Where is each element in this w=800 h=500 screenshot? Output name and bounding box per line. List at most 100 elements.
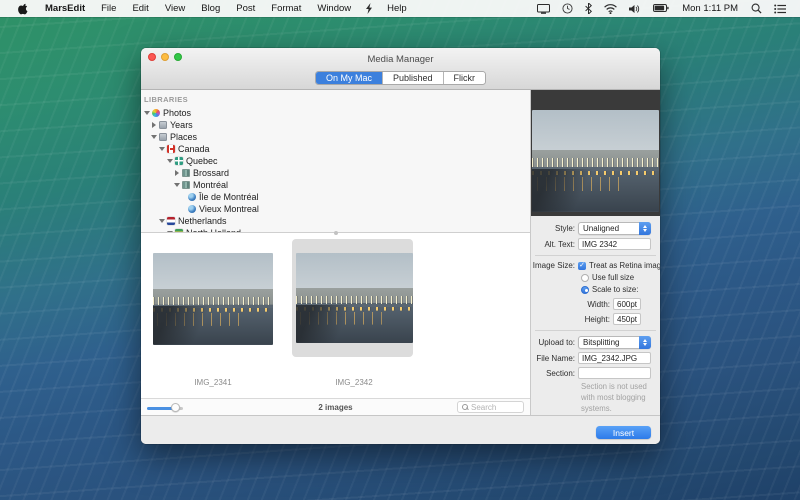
volume-icon[interactable] <box>623 0 647 17</box>
disclosure-triangle-icon[interactable] <box>158 145 166 153</box>
menu-item-marsedit[interactable]: MarsEdit <box>37 0 93 17</box>
notification-center-icon[interactable] <box>768 0 792 17</box>
menu-item-window[interactable]: Window <box>309 0 359 17</box>
scale-to-size-radio[interactable]: Scale to size: <box>581 285 638 294</box>
sidebar-item-label: Montréal <box>193 180 229 190</box>
library-pane: LIBRARIES Photos Years Places Canada Que… <box>141 90 530 415</box>
apple-menu-icon[interactable] <box>10 0 37 17</box>
menu-item-blog[interactable]: Blog <box>193 0 228 17</box>
sidebar-item-montreal[interactable]: Montréal <box>141 179 530 191</box>
upload-to-popup[interactable]: Bitsplitting <box>578 336 651 350</box>
thumbnail-img-2342[interactable] <box>296 253 413 343</box>
album-icon <box>159 133 167 141</box>
sidebar-item-years[interactable]: Years <box>141 119 530 131</box>
disclosure-triangle-icon[interactable] <box>143 109 151 117</box>
checkbox-checked-icon[interactable]: ✓ <box>578 261 586 270</box>
style-value: Unaligned <box>583 224 620 234</box>
menu-bar: MarsEdit File Edit View Blog Post Format… <box>0 0 800 17</box>
quebec-flag-icon <box>175 157 183 165</box>
disclosure-triangle-icon[interactable] <box>166 157 174 165</box>
full-size-radio[interactable]: Use full size <box>581 273 634 282</box>
thumbnail-filename: IMG_2341 <box>194 378 232 387</box>
insert-button[interactable]: Insert <box>596 426 651 439</box>
inspector-pane: Style: Unaligned Alt. Text: Image Size: … <box>531 90 660 415</box>
clock-icon[interactable] <box>556 0 579 17</box>
inspector-form: Style: Unaligned Alt. Text: Image Size: … <box>531 216 660 415</box>
preview-image <box>532 110 659 212</box>
divider <box>535 255 656 257</box>
sidebar-item-canada[interactable]: Canada <box>141 143 530 155</box>
tab-published[interactable]: Published <box>382 72 444 84</box>
sidebar-item-ile-de-montreal[interactable]: Île de Montréal <box>141 191 530 203</box>
spotlight-search-icon[interactable] <box>745 0 768 17</box>
media-manager-window: Media Manager On My Mac Published Flickr… <box>141 48 660 444</box>
sidebar-item-label: Places <box>170 132 198 142</box>
window-footer: Insert <box>141 415 660 444</box>
globe-icon <box>188 193 196 201</box>
sidebar-item-places[interactable]: Places <box>141 131 530 143</box>
source-segmented-control: On My Mac Published Flickr <box>314 71 487 85</box>
disclosure-triangle-icon[interactable] <box>150 133 158 141</box>
canada-flag-icon <box>167 145 175 153</box>
sidebar-item-quebec[interactable]: Quebec <box>141 155 530 167</box>
thumbnail-img-2341[interactable] <box>153 253 273 345</box>
sidebar-item-vieux-montreal[interactable]: Vieux Montreal <box>141 203 530 215</box>
section-note: Section is not used with most blogging s… <box>581 382 647 414</box>
title-bar[interactable]: Media Manager <box>141 48 660 66</box>
file-name-label: File Name: <box>536 353 575 363</box>
popup-chevrons-icon <box>638 222 651 236</box>
close-button[interactable] <box>148 53 156 61</box>
width-input[interactable] <box>613 298 641 311</box>
full-size-label: Use full size <box>592 273 635 283</box>
disclosure-triangle-icon[interactable] <box>150 121 158 129</box>
splitter-handle[interactable] <box>333 231 338 235</box>
battery-icon[interactable] <box>647 0 675 17</box>
image-size-label: Image Size: <box>532 261 575 271</box>
sidebar-item-netherlands[interactable]: Netherlands <box>141 215 530 227</box>
radio-on-icon[interactable] <box>581 285 589 294</box>
window-chrome[interactable]: Media Manager On My Mac Published Flickr <box>141 48 660 90</box>
alt-text-label: Alt. Text: <box>544 239 575 249</box>
file-name-input[interactable] <box>578 352 651 365</box>
menu-item-edit[interactable]: Edit <box>124 0 156 17</box>
sidebar-item-label: Brossard <box>193 168 230 178</box>
city-icon <box>182 169 190 177</box>
sidebar-item-label: Quebec <box>186 156 218 166</box>
tab-flickr[interactable]: Flickr <box>443 72 486 84</box>
airplay-display-icon[interactable] <box>531 0 556 17</box>
tab-on-my-mac[interactable]: On My Mac <box>315 72 383 84</box>
retina-checkbox[interactable]: ✓ Treat as Retina image <box>578 261 660 270</box>
sidebar-item-label: Netherlands <box>178 216 227 226</box>
disclosure-triangle-icon[interactable] <box>173 181 181 189</box>
radio-off-icon[interactable] <box>581 273 589 282</box>
menu-item-file[interactable]: File <box>93 0 124 17</box>
wifi-icon[interactable] <box>598 0 623 17</box>
globe-icon <box>188 205 196 213</box>
disclosure-triangle-icon[interactable] <box>173 169 181 177</box>
upload-to-label: Upload to: <box>538 338 575 348</box>
search-input[interactable] <box>471 402 519 412</box>
menu-item-help[interactable]: Help <box>379 0 415 17</box>
script-menu-icon[interactable] <box>359 0 379 17</box>
menu-item-format[interactable]: Format <box>263 0 309 17</box>
sidebar-item-label: Photos <box>163 108 192 118</box>
menu-item-view[interactable]: View <box>157 0 193 17</box>
disclosure-triangle-icon[interactable] <box>158 217 166 225</box>
style-popup[interactable]: Unaligned <box>578 222 651 236</box>
alt-text-input[interactable] <box>578 238 651 251</box>
thumbnail-filename: IMG_2342 <box>335 378 373 387</box>
bluetooth-icon[interactable] <box>579 0 598 17</box>
divider <box>535 330 656 332</box>
menu-bar-clock[interactable]: Mon 1:11 PM <box>675 3 745 14</box>
sidebar-item-brossard[interactable]: Brossard <box>141 167 530 179</box>
sidebar-item-photos[interactable]: Photos <box>141 107 530 119</box>
menu-item-post[interactable]: Post <box>228 0 263 17</box>
album-icon <box>159 121 167 129</box>
section-input[interactable] <box>578 367 651 380</box>
zoom-button[interactable] <box>174 53 182 61</box>
height-input[interactable] <box>613 313 641 326</box>
search-field[interactable] <box>457 401 524 413</box>
minimize-button[interactable] <box>161 53 169 61</box>
library-tree: LIBRARIES Photos Years Places Canada Que… <box>141 90 530 233</box>
scale-to-size-label: Scale to size: <box>592 285 639 295</box>
